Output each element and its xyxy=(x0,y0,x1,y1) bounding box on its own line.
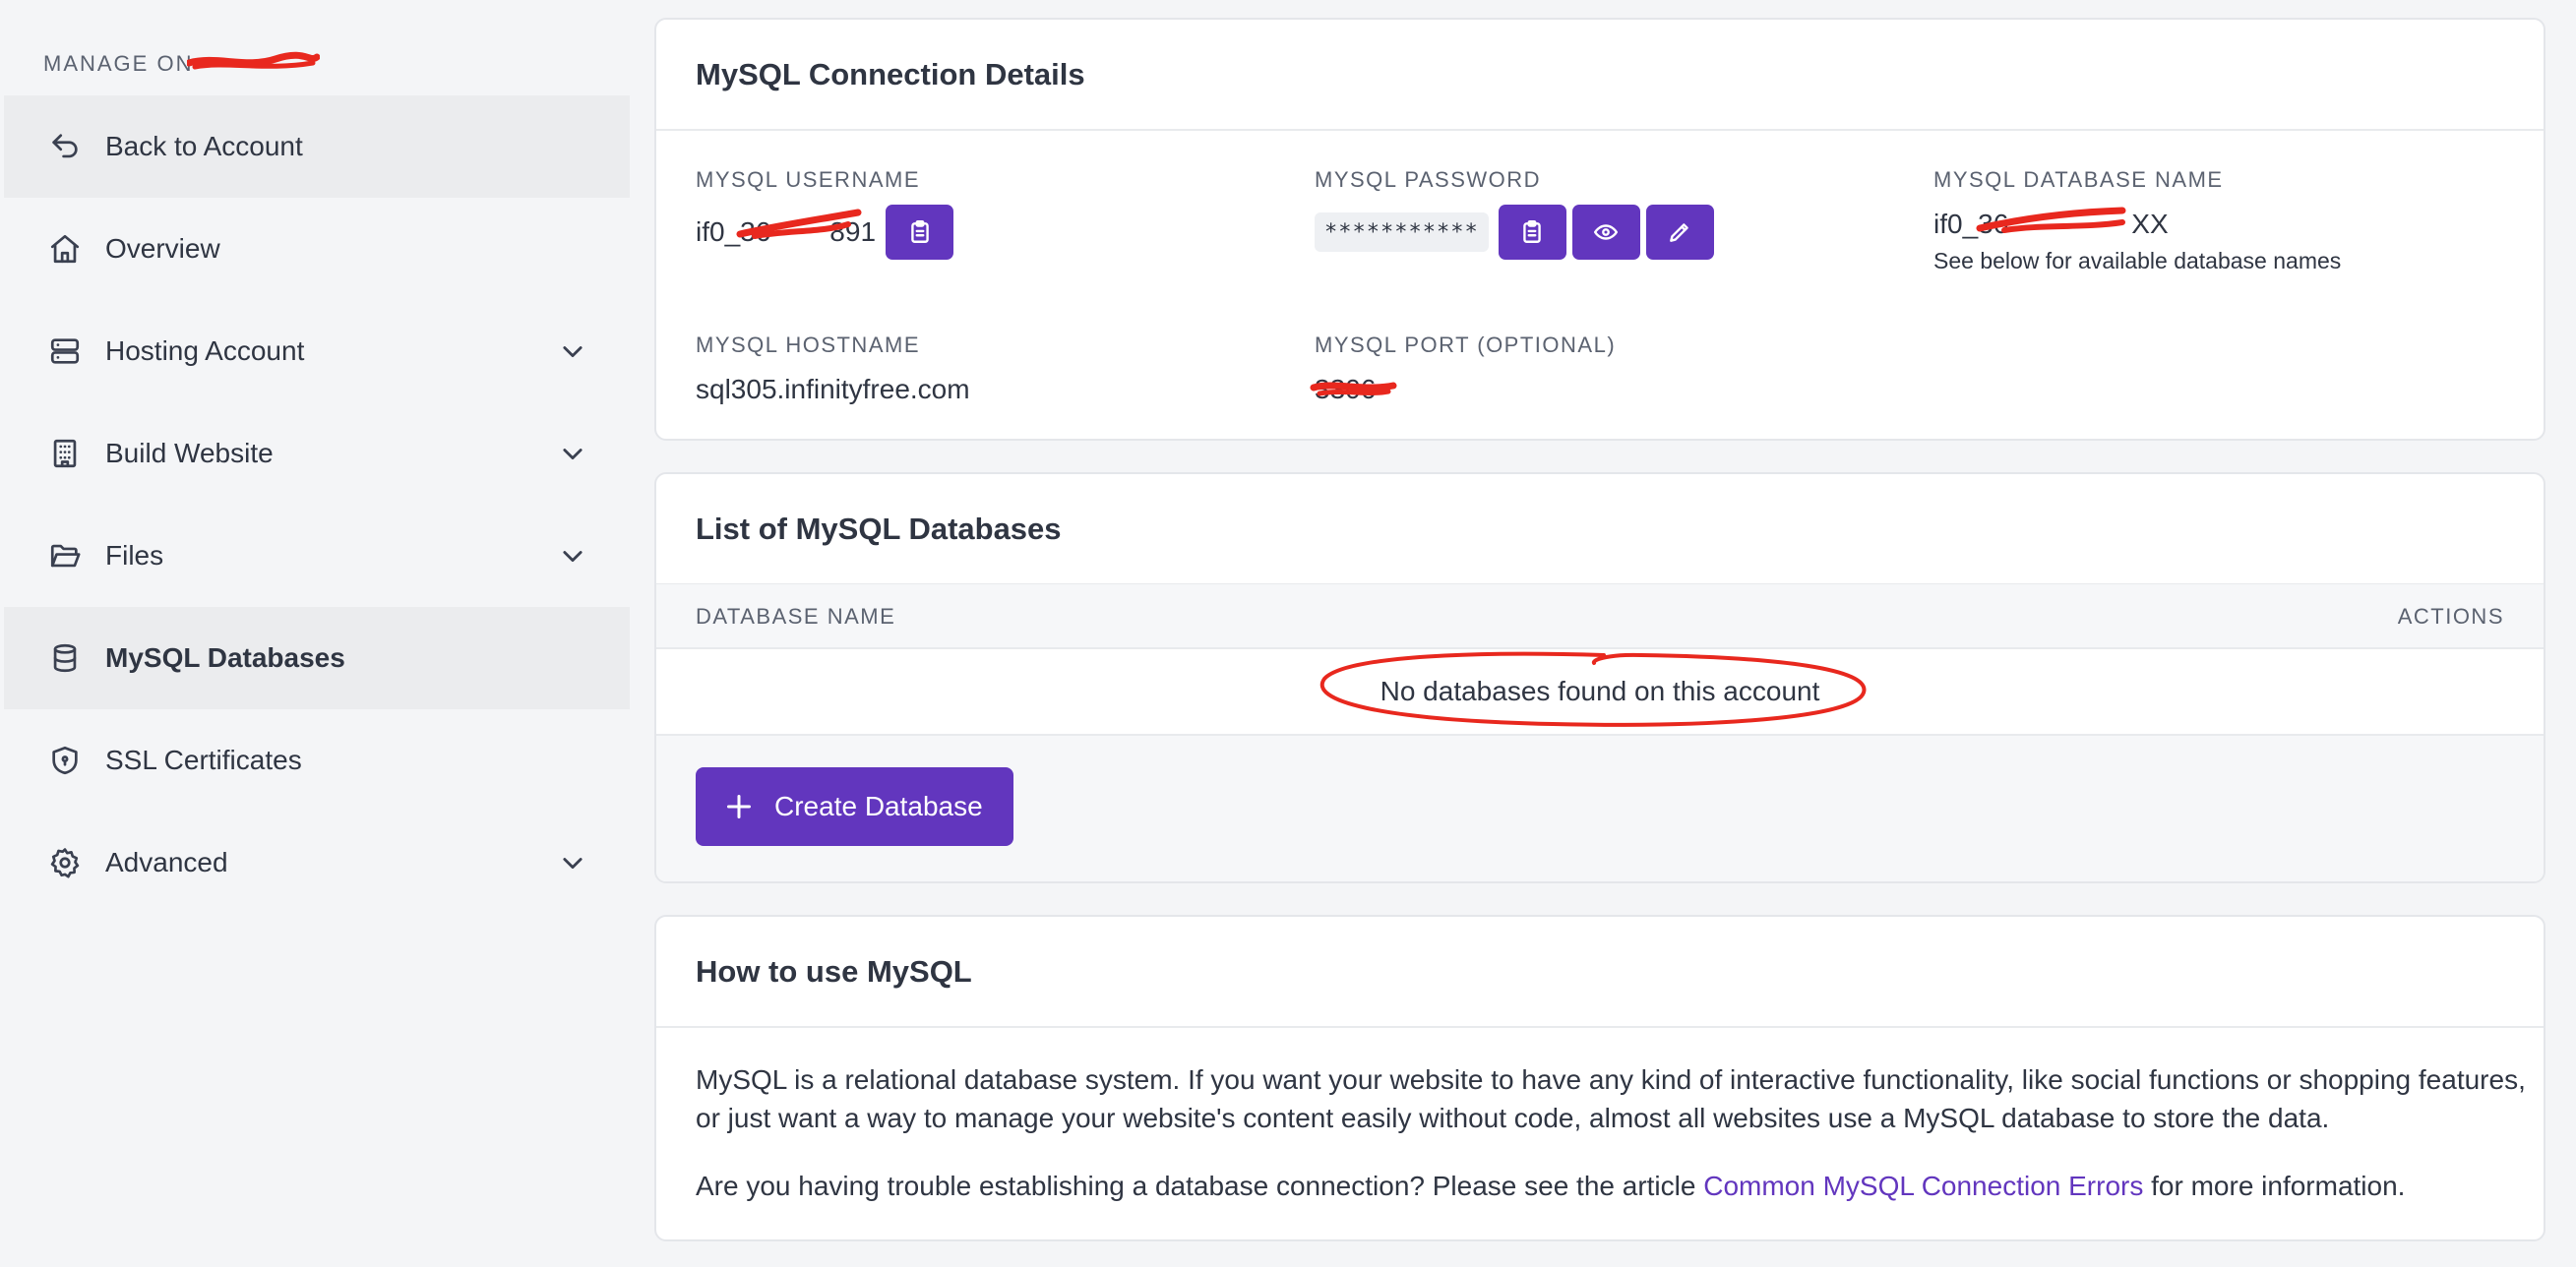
sidebar-heading: MANAGE ON xyxy=(43,51,194,76)
dbname-value-row: if0_36 XX xyxy=(1933,205,2169,244)
help-text-after: for more information. xyxy=(2143,1171,2406,1201)
card-title: How to use MySQL xyxy=(656,917,2544,1028)
database-icon xyxy=(47,640,83,676)
sidebar-item-build-website[interactable]: Build Website xyxy=(4,402,630,505)
dbname-label: MYSQL DATABASE NAME xyxy=(1933,167,2224,192)
sidebar-item-label: Files xyxy=(105,540,164,571)
port-value: 3306 xyxy=(1315,374,1377,404)
table-footer: Create Database xyxy=(656,736,2544,881)
column-header-database-name: DATABASE NAME xyxy=(696,604,896,629)
sidebar-item-advanced[interactable]: Advanced xyxy=(4,812,630,914)
sidebar-item-label: Back to Account xyxy=(105,131,303,161)
empty-state-message: No databases found on this account xyxy=(656,649,2544,736)
sidebar-item-files[interactable]: Files xyxy=(4,505,630,607)
database-list-card: List of MySQL Databases DATABASE NAME AC… xyxy=(654,472,2545,883)
edit-password-button[interactable] xyxy=(1645,205,1714,260)
chevron-down-icon xyxy=(559,440,586,467)
gear-icon xyxy=(47,845,83,880)
dbname-suffix: XX xyxy=(2131,209,2169,239)
connection-errors-link[interactable]: Common MySQL Connection Errors xyxy=(1703,1171,2143,1201)
home-icon xyxy=(47,231,83,267)
password-value-row: *********** xyxy=(1315,205,1714,260)
sidebar-item-ssl-certificates[interactable]: SSL Certificates xyxy=(4,709,630,812)
back-arrow-icon xyxy=(47,129,83,164)
sidebar-item-label: Advanced xyxy=(105,847,228,877)
help-paragraph: Are you having trouble establishing a da… xyxy=(696,1167,2526,1205)
dbname-value: if0_36 xyxy=(1933,209,2009,239)
show-password-button[interactable] xyxy=(1571,205,1640,260)
pencil-icon xyxy=(1670,223,1688,242)
sidebar-item-mysql-databases[interactable]: MySQL Databases xyxy=(4,607,630,709)
chevron-down-icon xyxy=(559,337,586,365)
column-header-actions: ACTIONS xyxy=(2397,604,2504,629)
sidebar-item-label: Hosting Account xyxy=(105,335,305,366)
redaction-scribble xyxy=(187,51,320,70)
username-value: if0_36 xyxy=(696,216,771,247)
sidebar-item-back-to-account[interactable]: Back to Account xyxy=(4,95,630,198)
chevron-down-icon xyxy=(559,542,586,570)
clipboard-icon xyxy=(1523,219,1541,243)
username-value-row: if0_36 891 xyxy=(696,205,954,260)
password-label: MYSQL PASSWORD xyxy=(1315,167,1542,192)
table-header: DATABASE NAME ACTIONS xyxy=(656,584,2544,649)
sidebar-item-label: MySQL Databases xyxy=(105,642,345,673)
sidebar-item-hosting-account[interactable]: Hosting Account xyxy=(4,300,630,402)
copy-username-button[interactable] xyxy=(886,205,954,260)
sidebar-item-label: SSL Certificates xyxy=(105,745,302,775)
hostname-value: sql305.infinityfree.com xyxy=(696,374,970,404)
clipboard-icon xyxy=(910,219,929,243)
folder-icon xyxy=(47,538,83,573)
server-icon xyxy=(47,333,83,369)
how-to-card: How to use MySQL MySQL is a relational d… xyxy=(654,915,2545,1241)
sidebar-item-label: Overview xyxy=(105,233,220,264)
dbname-note: See below for available database names xyxy=(1933,248,2342,273)
plus-icon xyxy=(726,794,752,819)
connection-details-card: MySQL Connection Details MYSQL USERNAME … xyxy=(654,18,2545,441)
shield-icon xyxy=(47,743,83,778)
port-label: MYSQL PORT (OPTIONAL) xyxy=(1315,332,1617,357)
chevron-down-icon xyxy=(559,849,586,876)
sidebar: MANAGE ON Back to Account Overview Hosti… xyxy=(0,0,634,1267)
create-database-label: Create Database xyxy=(774,791,983,821)
card-title: MySQL Connection Details xyxy=(656,20,2544,131)
copy-password-button[interactable] xyxy=(1498,205,1566,260)
create-database-button[interactable]: Create Database xyxy=(696,767,1013,846)
username-label: MYSQL USERNAME xyxy=(696,167,921,192)
username-suffix: 891 xyxy=(829,216,877,247)
building-icon xyxy=(47,436,83,471)
card-title: List of MySQL Databases xyxy=(656,474,2544,585)
password-value: *********** xyxy=(1315,212,1489,252)
eye-icon xyxy=(1594,224,1619,240)
hostname-label: MYSQL HOSTNAME xyxy=(696,332,920,357)
description-paragraph: MySQL is a relational database system. I… xyxy=(696,1064,2526,1133)
help-text-before: Are you having trouble establishing a da… xyxy=(696,1171,1704,1201)
sidebar-item-overview[interactable]: Overview xyxy=(4,198,630,300)
sidebar-item-label: Build Website xyxy=(105,438,274,468)
